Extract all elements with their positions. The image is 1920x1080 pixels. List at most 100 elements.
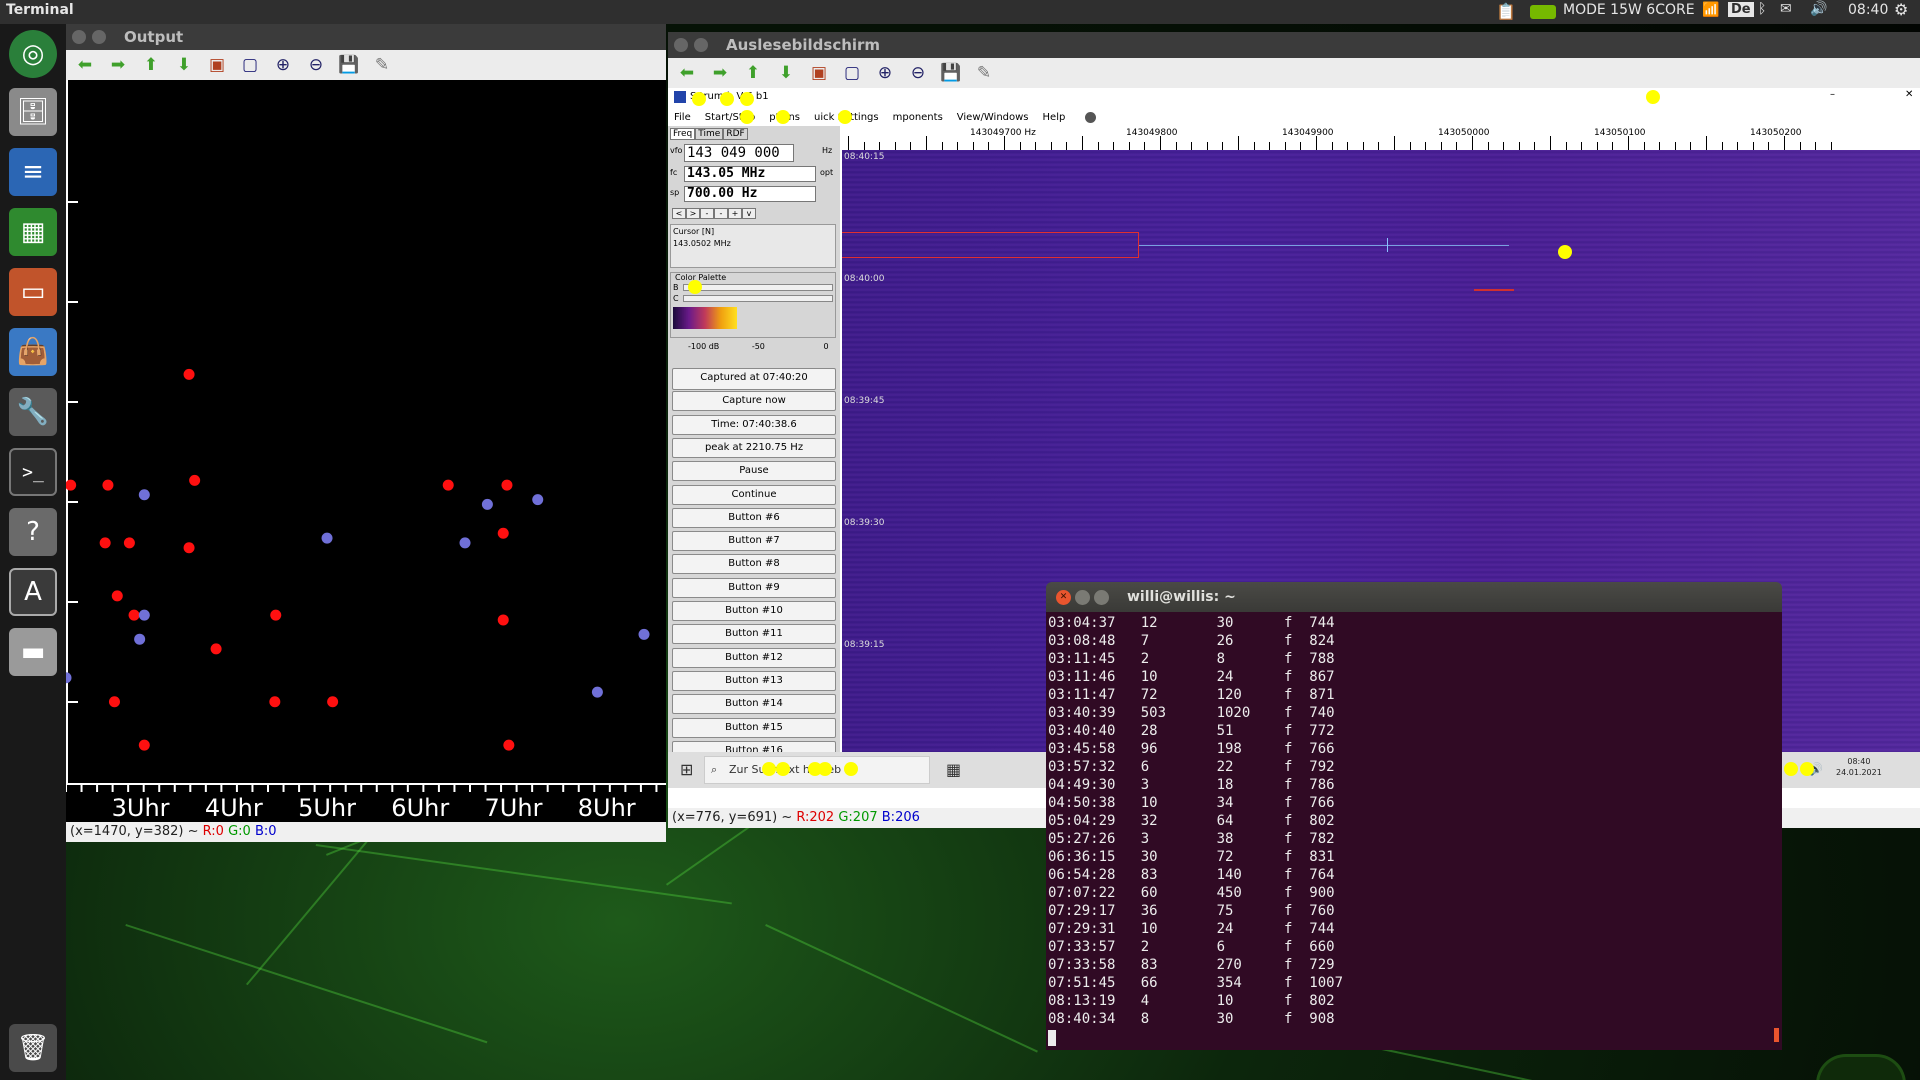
back-arrow-icon[interactable]: ⬅ xyxy=(72,53,98,77)
minimize-button[interactable]: – xyxy=(1830,89,1835,100)
step-minus2-button[interactable]: - xyxy=(714,208,728,219)
fc-opt-button[interactable]: opt xyxy=(820,168,833,177)
nvidia-icon[interactable] xyxy=(1530,5,1556,19)
calculator-icon[interactable]: ▦ xyxy=(946,760,961,779)
panel-button[interactable]: Button #8 xyxy=(672,554,836,575)
system-settings-icon[interactable]: 🔧 xyxy=(9,388,57,436)
panel-button[interactable]: Continue xyxy=(672,484,836,505)
data-point xyxy=(327,696,339,708)
trash-icon[interactable]: 🗑 xyxy=(9,1024,57,1072)
close-icon[interactable]: ✕ xyxy=(1056,589,1071,605)
frequency-tick xyxy=(1550,136,1551,150)
windows-clock[interactable]: 08:40 24.01.2021 xyxy=(1836,756,1882,778)
ubuntu-logo-icon[interactable]: ◎ xyxy=(9,30,57,78)
auslesebildschirm-titlebar[interactable]: Auslesebildschirm xyxy=(668,32,1920,58)
up-arrow-icon[interactable]: ⬆ xyxy=(740,61,766,85)
up-arrow-icon[interactable]: ⬆ xyxy=(138,53,164,77)
close-button[interactable] xyxy=(674,38,688,52)
clock[interactable]: 08:40 xyxy=(1848,2,1888,18)
volume-icon[interactable]: 🔊 xyxy=(1810,1,1827,17)
panel-button[interactable]: peak at 2210.75 Hz xyxy=(672,437,836,458)
keyboard-layout[interactable]: De xyxy=(1728,2,1754,17)
panel-button[interactable]: Pause xyxy=(672,461,836,482)
menu-help[interactable]: Help xyxy=(1043,112,1066,123)
zoom-out-icon[interactable]: ⊖ xyxy=(905,61,931,85)
zoom-out-icon[interactable]: ⊖ xyxy=(303,53,329,77)
spectrum-lab-titlebar[interactable]: S trum b V 6 b1 – ✕ xyxy=(668,88,1920,108)
panel-button[interactable]: Button #9 xyxy=(672,577,836,598)
tab-freq[interactable]: Freq xyxy=(670,128,696,140)
close-button[interactable] xyxy=(72,30,86,44)
panel-button[interactable]: Button #14 xyxy=(672,694,836,715)
output-titlebar[interactable]: Output xyxy=(66,24,666,50)
clipboard-icon[interactable]: 📋 xyxy=(1496,2,1516,21)
wifi-icon[interactable]: 📶 xyxy=(1702,2,1719,18)
panel-button[interactable]: Button #15 xyxy=(672,717,836,738)
panel-button[interactable]: Button #13 xyxy=(672,670,836,691)
step-right-button[interactable]: > xyxy=(686,208,700,219)
resize-grip[interactable] xyxy=(1774,1028,1779,1042)
writer-icon[interactable]: ≡ xyxy=(9,148,57,196)
image-icon[interactable]: ▣ xyxy=(806,61,832,85)
terminal-icon[interactable]: >_ xyxy=(9,448,57,496)
panel-button[interactable]: Button #10 xyxy=(672,601,836,621)
impress-icon[interactable]: ▭ xyxy=(9,268,57,316)
sp-field[interactable]: 700.00 Hz xyxy=(684,186,816,202)
menu-file[interactable]: File xyxy=(674,112,691,123)
forward-arrow-icon[interactable]: ➡ xyxy=(707,61,733,85)
image-icon[interactable]: ▣ xyxy=(204,53,230,77)
fit-icon[interactable]: ▢ xyxy=(237,53,263,77)
minimize-button[interactable] xyxy=(1075,589,1090,605)
close-x-button[interactable]: ✕ xyxy=(1905,89,1913,100)
software-updater-icon[interactable]: A xyxy=(9,568,57,616)
panel-button[interactable]: Button #12 xyxy=(672,647,836,668)
software-center-icon[interactable]: 👜 xyxy=(9,328,57,376)
panel-button[interactable]: Button #6 xyxy=(672,507,836,528)
selection-box[interactable] xyxy=(842,232,1139,258)
panel-button[interactable]: Time: 07:40:38.6 xyxy=(672,414,836,435)
bluetooth-icon[interactable]: ᛒ xyxy=(1758,1,1766,17)
forward-arrow-icon[interactable]: ➡ xyxy=(105,53,131,77)
panel-button[interactable]: Button #7 xyxy=(672,531,836,552)
terminal-titlebar[interactable]: ✕ willi@willis: ~ xyxy=(1046,582,1782,612)
gpu-mode-indicator[interactable]: MODE 15W 6CORE xyxy=(1563,2,1695,18)
tab-rdf[interactable]: RDF xyxy=(723,128,748,140)
record-indicator-icon[interactable] xyxy=(1085,111,1097,123)
fit-icon[interactable]: ▢ xyxy=(839,61,865,85)
step-minus-button[interactable]: - xyxy=(700,208,714,219)
menu-view-windows[interactable]: View/Windows xyxy=(957,112,1029,123)
save-icon[interactable]: 💾 xyxy=(336,53,362,77)
down-arrow-icon[interactable]: ⬇ xyxy=(171,53,197,77)
zoom-in-icon[interactable]: ⊕ xyxy=(872,61,898,85)
settings-gear-icon[interactable]: ⚙ xyxy=(1894,0,1908,19)
brightness-slider[interactable] xyxy=(683,284,833,291)
vfo-field[interactable]: 143 049 000 xyxy=(684,144,794,162)
tab-time[interactable]: Time xyxy=(695,128,724,140)
maximize-button[interactable] xyxy=(1094,589,1109,605)
menu-components[interactable]: mponents xyxy=(893,112,943,123)
calc-icon[interactable]: ▦ xyxy=(9,208,57,256)
save-icon[interactable]: 💾 xyxy=(938,61,964,85)
step-left-button[interactable]: < xyxy=(672,208,686,219)
windows-start-icon[interactable]: ⊞ xyxy=(680,760,693,779)
contrast-slider[interactable] xyxy=(683,295,833,302)
zoom-in-icon[interactable]: ⊕ xyxy=(270,53,296,77)
help-icon[interactable]: ? xyxy=(9,508,57,556)
panel-button[interactable]: Capture now xyxy=(672,391,836,412)
down-arrow-icon[interactable]: ⬇ xyxy=(773,61,799,85)
fc-field[interactable]: 143.05 MHz xyxy=(684,166,816,182)
panel-button[interactable]: Button #11 xyxy=(672,624,836,645)
brush-icon[interactable]: ✎ xyxy=(369,53,395,77)
step-down-button[interactable]: v xyxy=(742,208,756,219)
terminal-body[interactable]: 03:04:37 12 30 f 744 03:08:48 7 26 f 824 0… xyxy=(1046,612,1782,1050)
brush-icon[interactable]: ✎ xyxy=(971,61,997,85)
scatter-chart[interactable]: 3Uhr 4Uhr 5Uhr 6Uhr 7Uhr 8Uhr xyxy=(66,80,666,822)
panel-button[interactable]: Captured at 07:40:20 xyxy=(672,368,836,390)
step-plus-button[interactable]: + xyxy=(728,208,742,219)
mail-icon[interactable]: ✉ xyxy=(1780,1,1792,17)
minimize-button[interactable] xyxy=(694,38,708,52)
back-arrow-icon[interactable]: ⬅ xyxy=(674,61,700,85)
minimize-button[interactable] xyxy=(92,30,106,44)
drive-icon[interactable]: ▬ xyxy=(9,628,57,676)
files-icon[interactable]: 🗄 xyxy=(9,88,57,136)
